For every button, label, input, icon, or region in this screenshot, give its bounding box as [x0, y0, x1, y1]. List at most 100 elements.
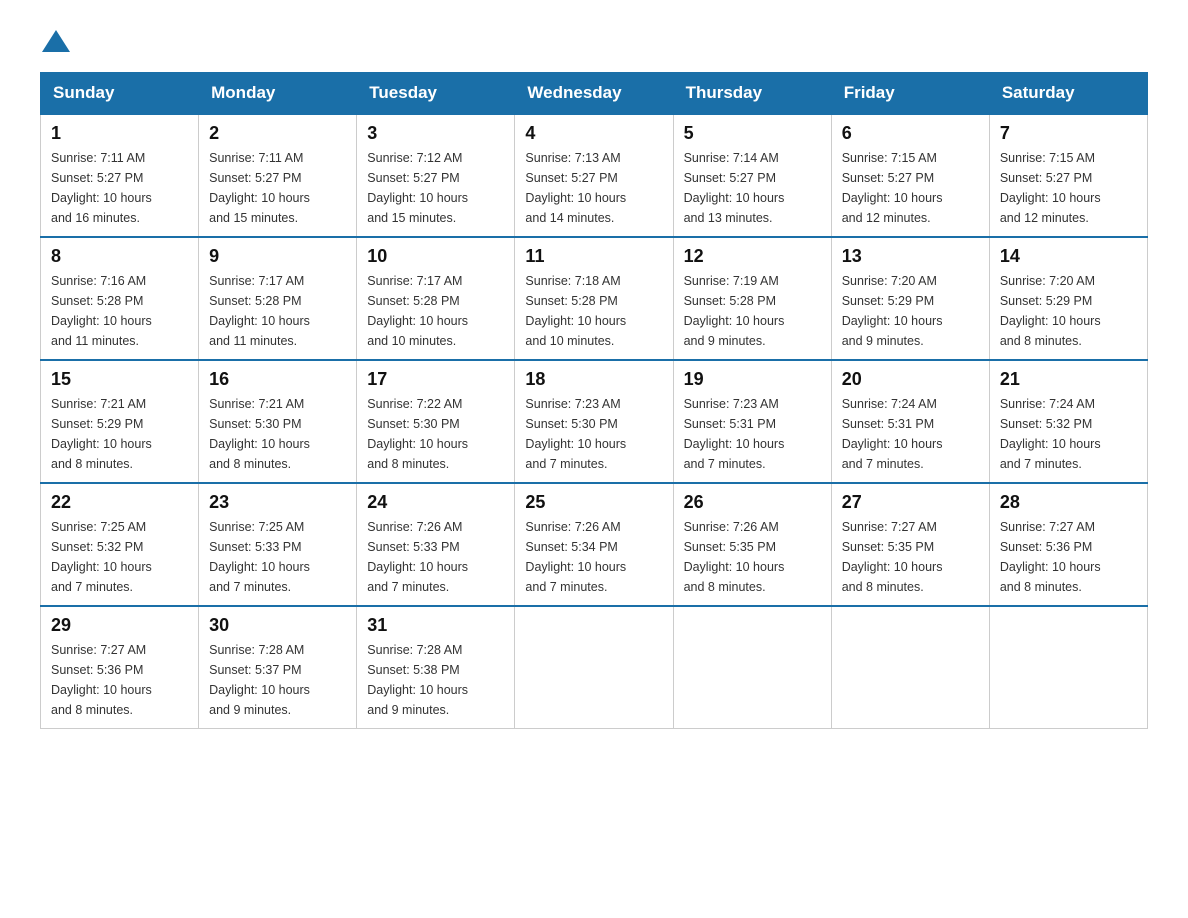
- calendar-cell: 14 Sunrise: 7:20 AMSunset: 5:29 PMDaylig…: [989, 237, 1147, 360]
- day-info: Sunrise: 7:14 AMSunset: 5:27 PMDaylight:…: [684, 151, 785, 225]
- calendar-cell: 27 Sunrise: 7:27 AMSunset: 5:35 PMDaylig…: [831, 483, 989, 606]
- day-number: 29: [51, 615, 188, 636]
- day-info: Sunrise: 7:22 AMSunset: 5:30 PMDaylight:…: [367, 397, 468, 471]
- calendar-cell: 15 Sunrise: 7:21 AMSunset: 5:29 PMDaylig…: [41, 360, 199, 483]
- day-info: Sunrise: 7:25 AMSunset: 5:33 PMDaylight:…: [209, 520, 310, 594]
- calendar-table: SundayMondayTuesdayWednesdayThursdayFrid…: [40, 72, 1148, 729]
- day-number: 24: [367, 492, 504, 513]
- weekday-header-saturday: Saturday: [989, 73, 1147, 115]
- calendar-cell: [831, 606, 989, 729]
- week-row-5: 29 Sunrise: 7:27 AMSunset: 5:36 PMDaylig…: [41, 606, 1148, 729]
- calendar-cell: 24 Sunrise: 7:26 AMSunset: 5:33 PMDaylig…: [357, 483, 515, 606]
- day-info: Sunrise: 7:18 AMSunset: 5:28 PMDaylight:…: [525, 274, 626, 348]
- day-number: 15: [51, 369, 188, 390]
- day-info: Sunrise: 7:17 AMSunset: 5:28 PMDaylight:…: [209, 274, 310, 348]
- day-number: 18: [525, 369, 662, 390]
- day-number: 13: [842, 246, 979, 267]
- weekday-header-sunday: Sunday: [41, 73, 199, 115]
- weekday-header-thursday: Thursday: [673, 73, 831, 115]
- logo-triangle-icon: [42, 30, 70, 52]
- calendar-cell: 4 Sunrise: 7:13 AMSunset: 5:27 PMDayligh…: [515, 114, 673, 237]
- calendar-cell: 10 Sunrise: 7:17 AMSunset: 5:28 PMDaylig…: [357, 237, 515, 360]
- calendar-cell: 28 Sunrise: 7:27 AMSunset: 5:36 PMDaylig…: [989, 483, 1147, 606]
- day-info: Sunrise: 7:11 AMSunset: 5:27 PMDaylight:…: [51, 151, 152, 225]
- weekday-header-monday: Monday: [199, 73, 357, 115]
- calendar-cell: [989, 606, 1147, 729]
- calendar-cell: 11 Sunrise: 7:18 AMSunset: 5:28 PMDaylig…: [515, 237, 673, 360]
- day-number: 5: [684, 123, 821, 144]
- calendar-cell: 12 Sunrise: 7:19 AMSunset: 5:28 PMDaylig…: [673, 237, 831, 360]
- day-number: 11: [525, 246, 662, 267]
- day-number: 30: [209, 615, 346, 636]
- calendar-cell: 19 Sunrise: 7:23 AMSunset: 5:31 PMDaylig…: [673, 360, 831, 483]
- calendar-cell: 18 Sunrise: 7:23 AMSunset: 5:30 PMDaylig…: [515, 360, 673, 483]
- calendar-cell: 6 Sunrise: 7:15 AMSunset: 5:27 PMDayligh…: [831, 114, 989, 237]
- calendar-cell: 2 Sunrise: 7:11 AMSunset: 5:27 PMDayligh…: [199, 114, 357, 237]
- day-number: 17: [367, 369, 504, 390]
- calendar-cell: 13 Sunrise: 7:20 AMSunset: 5:29 PMDaylig…: [831, 237, 989, 360]
- day-number: 14: [1000, 246, 1137, 267]
- calendar-cell: 17 Sunrise: 7:22 AMSunset: 5:30 PMDaylig…: [357, 360, 515, 483]
- calendar-cell: 23 Sunrise: 7:25 AMSunset: 5:33 PMDaylig…: [199, 483, 357, 606]
- day-number: 31: [367, 615, 504, 636]
- day-number: 3: [367, 123, 504, 144]
- day-info: Sunrise: 7:20 AMSunset: 5:29 PMDaylight:…: [842, 274, 943, 348]
- calendar-cell: [515, 606, 673, 729]
- week-row-4: 22 Sunrise: 7:25 AMSunset: 5:32 PMDaylig…: [41, 483, 1148, 606]
- calendar-cell: 21 Sunrise: 7:24 AMSunset: 5:32 PMDaylig…: [989, 360, 1147, 483]
- day-number: 19: [684, 369, 821, 390]
- day-info: Sunrise: 7:26 AMSunset: 5:35 PMDaylight:…: [684, 520, 785, 594]
- page-header: [40, 30, 1148, 52]
- weekday-header-tuesday: Tuesday: [357, 73, 515, 115]
- day-info: Sunrise: 7:27 AMSunset: 5:36 PMDaylight:…: [51, 643, 152, 717]
- day-info: Sunrise: 7:21 AMSunset: 5:29 PMDaylight:…: [51, 397, 152, 471]
- day-info: Sunrise: 7:20 AMSunset: 5:29 PMDaylight:…: [1000, 274, 1101, 348]
- day-info: Sunrise: 7:19 AMSunset: 5:28 PMDaylight:…: [684, 274, 785, 348]
- calendar-cell: 16 Sunrise: 7:21 AMSunset: 5:30 PMDaylig…: [199, 360, 357, 483]
- day-info: Sunrise: 7:24 AMSunset: 5:31 PMDaylight:…: [842, 397, 943, 471]
- day-info: Sunrise: 7:27 AMSunset: 5:35 PMDaylight:…: [842, 520, 943, 594]
- day-number: 10: [367, 246, 504, 267]
- day-info: Sunrise: 7:23 AMSunset: 5:30 PMDaylight:…: [525, 397, 626, 471]
- day-number: 7: [1000, 123, 1137, 144]
- day-number: 16: [209, 369, 346, 390]
- day-number: 2: [209, 123, 346, 144]
- calendar-cell: 7 Sunrise: 7:15 AMSunset: 5:27 PMDayligh…: [989, 114, 1147, 237]
- weekday-header-row: SundayMondayTuesdayWednesdayThursdayFrid…: [41, 73, 1148, 115]
- day-number: 21: [1000, 369, 1137, 390]
- calendar-cell: 25 Sunrise: 7:26 AMSunset: 5:34 PMDaylig…: [515, 483, 673, 606]
- day-number: 25: [525, 492, 662, 513]
- calendar-cell: 1 Sunrise: 7:11 AMSunset: 5:27 PMDayligh…: [41, 114, 199, 237]
- day-info: Sunrise: 7:27 AMSunset: 5:36 PMDaylight:…: [1000, 520, 1101, 594]
- day-info: Sunrise: 7:15 AMSunset: 5:27 PMDaylight:…: [1000, 151, 1101, 225]
- day-number: 6: [842, 123, 979, 144]
- day-info: Sunrise: 7:13 AMSunset: 5:27 PMDaylight:…: [525, 151, 626, 225]
- day-number: 1: [51, 123, 188, 144]
- day-number: 12: [684, 246, 821, 267]
- calendar-cell: 3 Sunrise: 7:12 AMSunset: 5:27 PMDayligh…: [357, 114, 515, 237]
- week-row-2: 8 Sunrise: 7:16 AMSunset: 5:28 PMDayligh…: [41, 237, 1148, 360]
- day-info: Sunrise: 7:26 AMSunset: 5:33 PMDaylight:…: [367, 520, 468, 594]
- day-number: 26: [684, 492, 821, 513]
- logo-area: [40, 30, 72, 52]
- calendar-cell: 5 Sunrise: 7:14 AMSunset: 5:27 PMDayligh…: [673, 114, 831, 237]
- day-info: Sunrise: 7:15 AMSunset: 5:27 PMDaylight:…: [842, 151, 943, 225]
- calendar-cell: [673, 606, 831, 729]
- weekday-header-friday: Friday: [831, 73, 989, 115]
- calendar-cell: 9 Sunrise: 7:17 AMSunset: 5:28 PMDayligh…: [199, 237, 357, 360]
- day-number: 23: [209, 492, 346, 513]
- day-number: 9: [209, 246, 346, 267]
- calendar-cell: 30 Sunrise: 7:28 AMSunset: 5:37 PMDaylig…: [199, 606, 357, 729]
- week-row-3: 15 Sunrise: 7:21 AMSunset: 5:29 PMDaylig…: [41, 360, 1148, 483]
- day-number: 8: [51, 246, 188, 267]
- day-number: 28: [1000, 492, 1137, 513]
- day-number: 27: [842, 492, 979, 513]
- day-info: Sunrise: 7:28 AMSunset: 5:37 PMDaylight:…: [209, 643, 310, 717]
- day-info: Sunrise: 7:12 AMSunset: 5:27 PMDaylight:…: [367, 151, 468, 225]
- day-info: Sunrise: 7:21 AMSunset: 5:30 PMDaylight:…: [209, 397, 310, 471]
- calendar-cell: 22 Sunrise: 7:25 AMSunset: 5:32 PMDaylig…: [41, 483, 199, 606]
- day-number: 22: [51, 492, 188, 513]
- day-info: Sunrise: 7:17 AMSunset: 5:28 PMDaylight:…: [367, 274, 468, 348]
- day-number: 4: [525, 123, 662, 144]
- calendar-cell: 29 Sunrise: 7:27 AMSunset: 5:36 PMDaylig…: [41, 606, 199, 729]
